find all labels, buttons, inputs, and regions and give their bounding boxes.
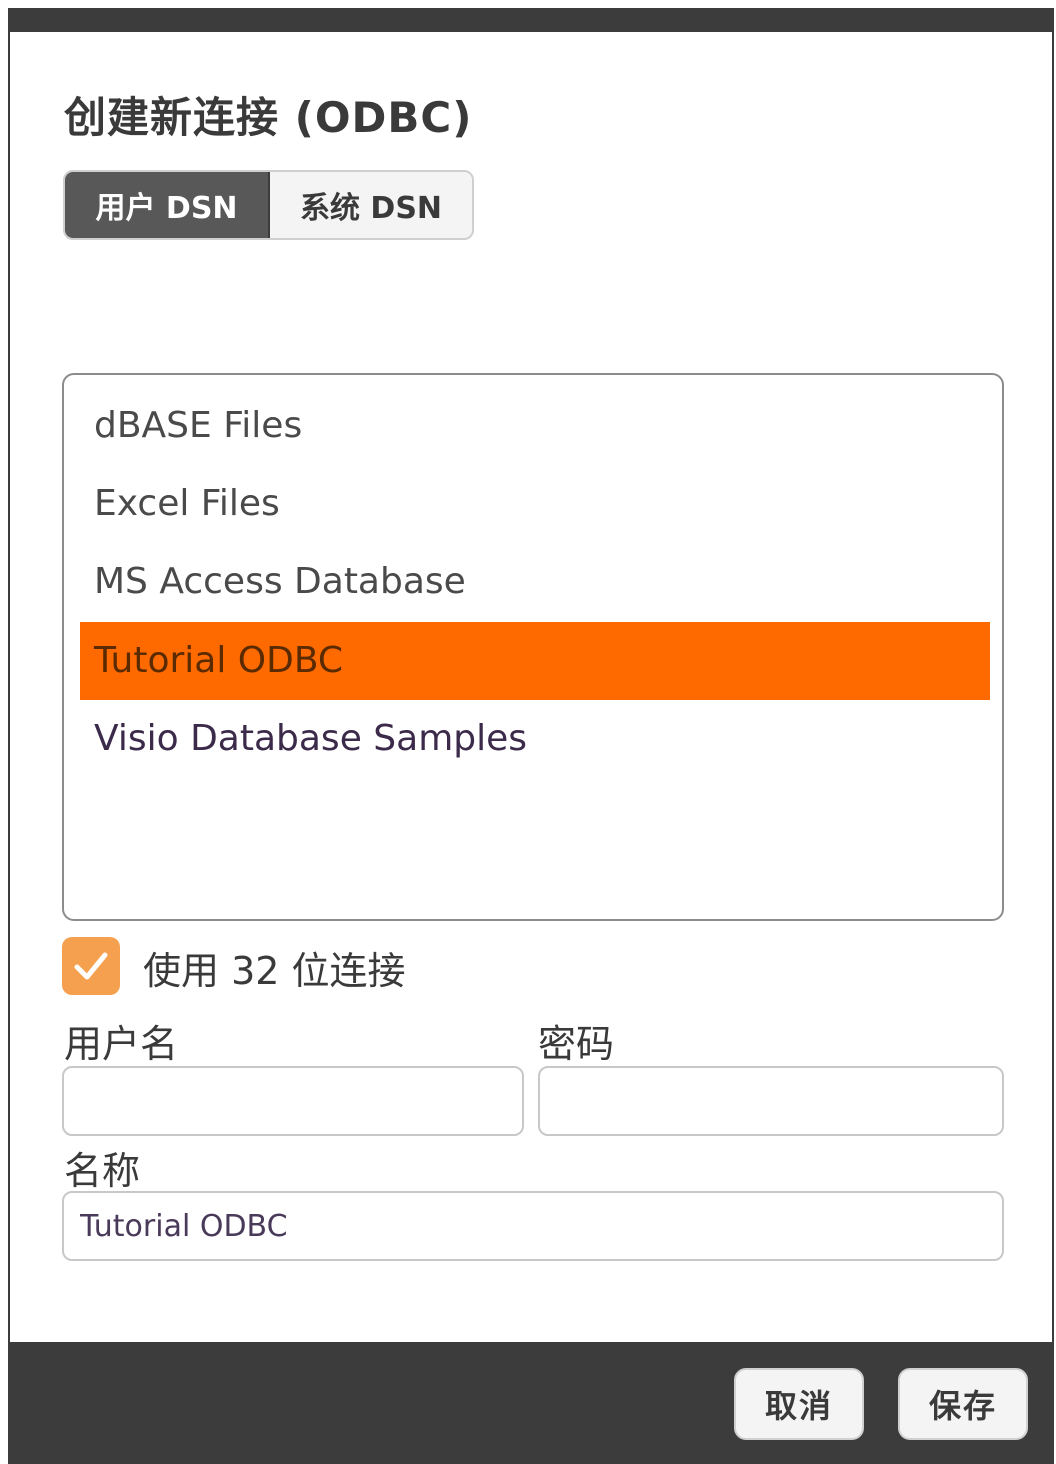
dsn-item-dbase-files[interactable]: dBASE Files (80, 387, 990, 465)
dsn-item-tutorial-odbc[interactable]: Tutorial ODBC (80, 622, 990, 700)
save-button[interactable]: 保存 (898, 1368, 1028, 1440)
use-32bit-label: 使用 32 位连接 (143, 949, 406, 993)
username-label: 用户名 (64, 1022, 179, 1066)
dsn-item-ms-access-database[interactable]: MS Access Database (80, 543, 990, 621)
password-field[interactable] (538, 1066, 1004, 1136)
password-label: 密码 (538, 1022, 615, 1066)
dsn-list[interactable]: dBASE Files Excel Files MS Access Databa… (62, 373, 1004, 921)
tab-system-dsn[interactable]: 系统 DSN (270, 172, 472, 238)
dialog-title: 创建新连接 (ODBC) (64, 93, 473, 142)
cancel-button[interactable]: 取消 (734, 1368, 864, 1440)
dialog-top-bar (8, 8, 1054, 32)
name-label: 名称 (64, 1149, 141, 1193)
dsn-type-toggle: 用户 DSN 系统 DSN (63, 170, 474, 240)
dsn-item-excel-files[interactable]: Excel Files (80, 465, 990, 543)
username-field[interactable] (62, 1066, 524, 1136)
checkmark-icon (74, 952, 108, 980)
use-32bit-checkbox[interactable] (62, 937, 120, 995)
name-field[interactable] (62, 1191, 1004, 1261)
tab-user-dsn[interactable]: 用户 DSN (65, 172, 270, 238)
dsn-item-visio-database-samples[interactable]: Visio Database Samples (80, 700, 990, 778)
